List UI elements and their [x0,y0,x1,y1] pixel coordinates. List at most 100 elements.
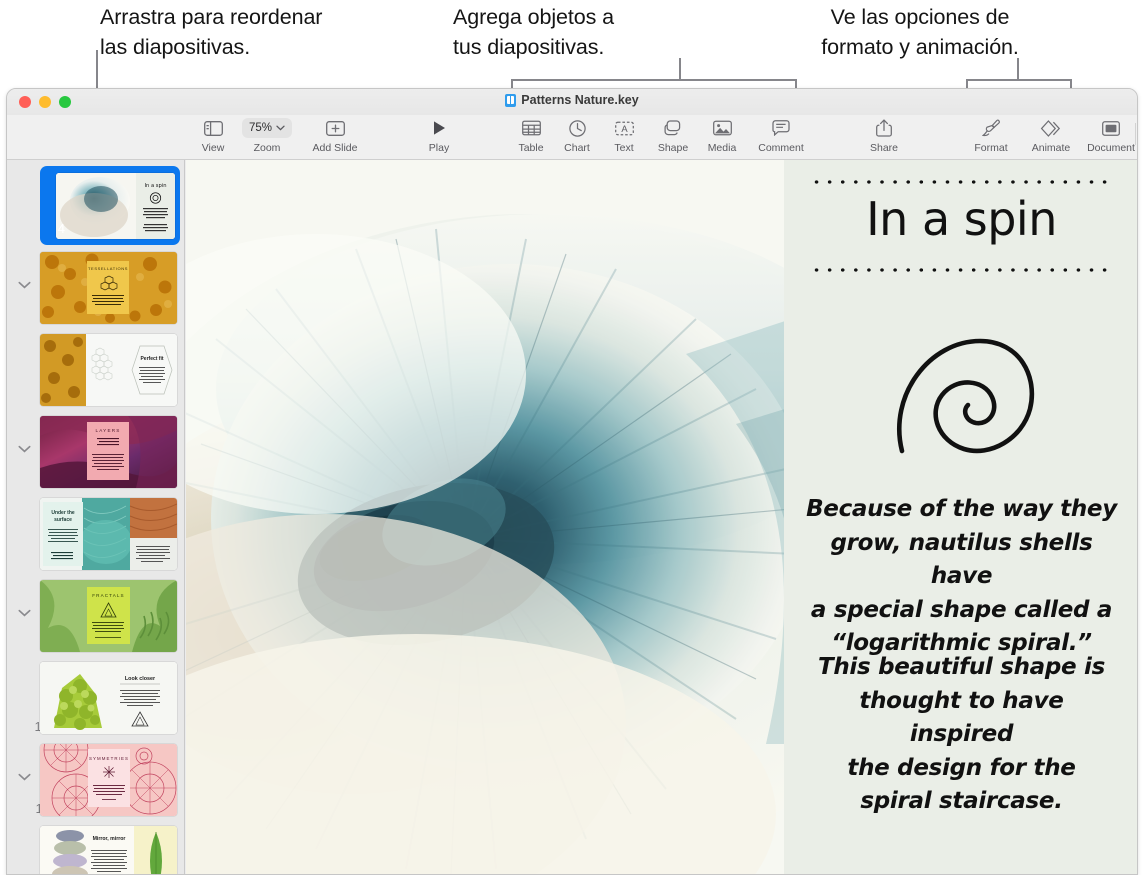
zoom-value-pill: 75% [241,117,293,139]
slide-navigator[interactable]: 4 In a spin TESSELLATIONS Perfect fit LA… [7,160,185,874]
toolbar-label-shape: Shape [657,142,689,154]
table-icon [521,117,541,139]
toolbar-button-play[interactable]: Play [411,117,467,154]
callout-stem-format-animate [1017,58,1019,80]
toolbar-button-format[interactable]: Format [963,117,1019,154]
toolbar-button-document[interactable]: Document [1079,117,1137,154]
toolbar-label-format: Format [974,142,1008,154]
nautilus-shell-photo [186,160,784,874]
slide-thumbnail-9[interactable]: FRACTALS [40,580,177,652]
toolbar-button-animate[interactable]: Animate [1021,117,1081,154]
keynote-document-icon [505,93,517,107]
slide-thumbnail-11[interactable]: SYMMETRIES [40,744,177,816]
spiral-icon [896,338,1034,454]
slide-thumbnail-10[interactable]: Look closer [40,662,177,734]
dotted-rule-top [810,180,1113,184]
callout-text-reorder: Arrastra para reordenar las diapositivas… [100,5,323,59]
slide-navigator-row-10[interactable]: 10 [7,654,184,738]
slide-thumbnail-6[interactable]: Perfect fit [40,334,177,406]
slide-image-region[interactable] [186,160,784,874]
toolbar-button-comment[interactable]: Comment [750,117,812,154]
slide-navigator-row-8[interactable]: 8 [7,490,184,574]
svg-text:Mirror, mirror: Mirror, mirror [93,836,126,842]
callout-bracket-top-format-animate [966,79,1072,81]
toolbar-button-add-slide[interactable]: Add Slide [303,117,367,154]
toolbar-button-media[interactable]: Media [694,117,750,154]
toolbar-label-media: Media [707,142,737,154]
toolbar-label-add-slide: Add Slide [312,142,358,154]
callout-bracket-top-add-objects [511,79,797,81]
toolbar-label-document: Document [1087,142,1135,154]
callout-text-add-objects: Agrega objetos a tus diapositivas. [453,5,614,59]
keynote-window: Patterns Nature.key View 75% Zoom Add Sl… [6,88,1138,875]
window-title: Patterns Nature.key [7,93,1137,107]
chevron-down-icon-group-7[interactable] [17,442,31,456]
slide-thumbnail-7[interactable]: LAYERS [40,416,177,488]
chevron-down-icon-group-9[interactable] [17,606,31,620]
toolbar-label-comment: Comment [758,142,804,154]
chevron-down-icon-group-11[interactable] [17,770,31,784]
animate-icon [1040,117,1062,139]
slide-number-4: 4 [57,221,65,236]
toolbar-button-chart[interactable]: Chart [552,117,602,154]
toolbar-button-share[interactable]: Share [856,117,912,154]
slide-navigator-row-12[interactable]: 12 Mirror, mirr [7,818,184,874]
slide-thumbnail-8[interactable]: Under the surface [40,498,177,570]
window-titlebar: Patterns Nature.key [7,89,1137,115]
toolbar-button-text[interactable]: A Text [599,117,649,154]
chevron-down-icon-group-5[interactable] [17,278,31,292]
text-box-icon: A [614,117,634,139]
toolbar-label-animate: Animate [1031,142,1071,154]
svg-text:FRACTALS: FRACTALS [92,593,124,598]
svg-text:Perfect fit: Perfect fit [140,356,163,362]
toolbar-button-shape[interactable]: Shape [645,117,701,154]
slide-paragraph-2[interactable]: This beautiful shape is thought to have … [804,651,1119,819]
slide-thumbnail-4[interactable]: In a spin [56,173,175,239]
slide-navigator-row-11[interactable]: 11 [7,736,184,820]
slide-navigator-row-7[interactable]: 7 LAYERS [7,408,184,492]
slide-navigator-row-5[interactable]: 5 [7,244,184,328]
comment-icon [772,117,790,139]
paintbrush-icon [981,117,1001,139]
slide-navigator-row-6[interactable]: 6 [7,326,184,410]
slide-canvas[interactable]: In a spin Because of the way they grow, … [186,160,1137,874]
toolbar-label-view: View [201,142,225,154]
svg-text:TESSELLATIONS: TESSELLATIONS [88,266,128,271]
slide-navigator-row-9[interactable]: 9 FRACTALS [7,572,184,656]
svg-text:LAYERS: LAYERS [96,428,121,433]
spiral-graphic[interactable] [784,325,1137,477]
slide-thumbnail-12[interactable]: Mirror, mirror [40,826,177,874]
toolbar: View 75% Zoom Add Slide Play Table Chart… [7,115,1137,160]
callout-text-format-animate: Ve las opciones de formato y animación. [821,5,1019,59]
zoom-value: 75% [248,122,273,134]
svg-text:SYMMETRIES: SYMMETRIES [89,756,129,761]
slide-navigator-row-4[interactable]: 4 In a spin [7,162,184,246]
toolbar-button-table[interactable]: Table [506,117,556,154]
dotted-rule-bottom [810,268,1113,272]
svg-text:surface: surface [54,517,72,523]
current-slide[interactable]: In a spin Because of the way they grow, … [186,160,1137,874]
sidebar-icon [203,117,223,139]
window-title-text: Patterns Nature.key [521,93,639,107]
chart-icon [568,117,586,139]
slide-paragraph-1[interactable]: Because of the way they grow, nautilus s… [804,493,1119,661]
slide-thumbnail-5[interactable]: TESSELLATIONS [40,252,177,324]
svg-text:Under the: Under the [51,510,75,516]
toolbar-label-table: Table [518,142,544,154]
media-icon [712,117,732,139]
plus-box-icon [325,117,345,139]
play-icon [432,117,447,139]
svg-text:Look closer: Look closer [125,676,156,682]
chevron-down-icon [276,125,285,131]
toolbar-button-view[interactable]: View [185,117,241,154]
toolbar-label-chart: Chart [564,142,590,154]
svg-text:In a spin: In a spin [144,183,166,189]
svg-text:A: A [621,123,628,134]
shape-icon [664,117,682,139]
toolbar-label-zoom: Zoom [253,142,281,154]
slide-title[interactable]: In a spin [784,192,1137,246]
slide-text-region[interactable]: In a spin Because of the way they grow, … [784,160,1137,874]
document-icon [1102,117,1120,139]
toolbar-zoom-control[interactable]: 75% Zoom [239,117,295,154]
toolbar-label-play: Play [428,142,450,154]
